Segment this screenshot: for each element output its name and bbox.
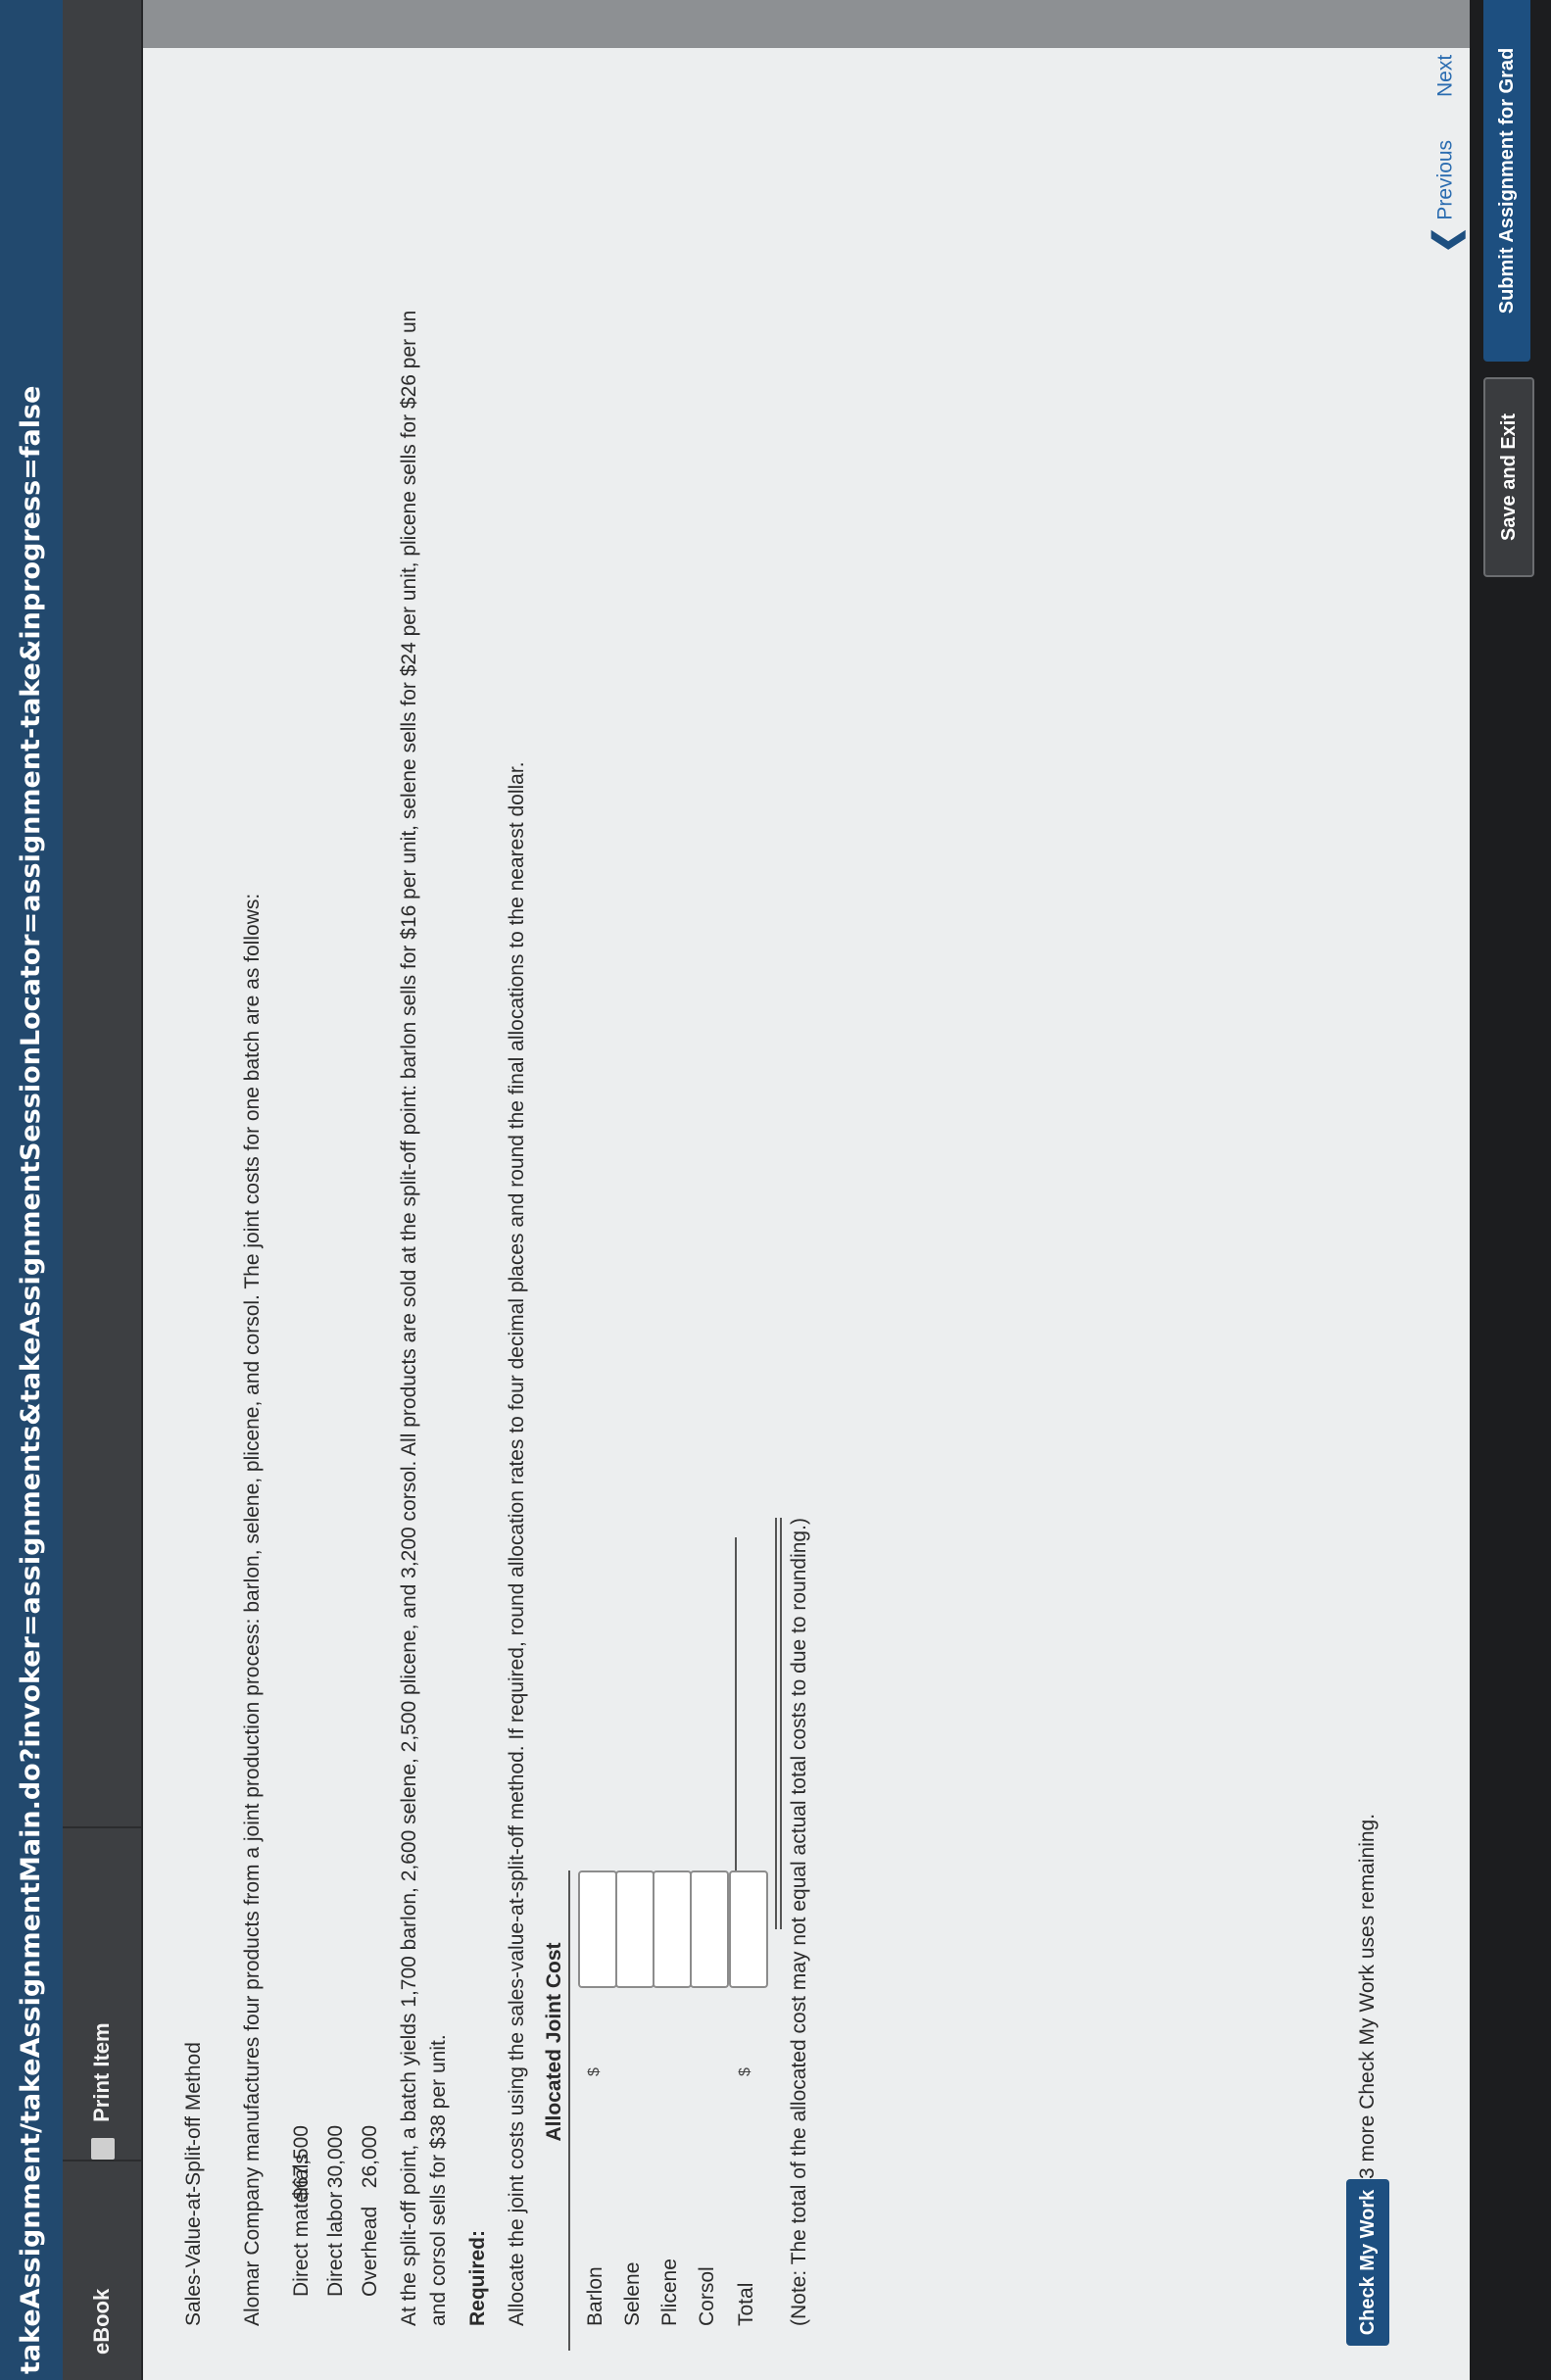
corsol-input[interactable] [690, 1870, 729, 1988]
dollar-sign-barlon: $ [586, 2067, 603, 2076]
required-heading: Required: [466, 2229, 489, 2326]
tab-bar: eBook Print Item [63, 0, 143, 2380]
double-underline-bottom [780, 1518, 782, 1929]
required-text: Allocate the joint costs using the sales… [506, 761, 528, 2326]
tab-print-label: Print Item [89, 2022, 114, 2122]
url-text: takeAssignment/takeAssignmentMain.do?inv… [16, 385, 46, 2374]
barlon-input[interactable] [578, 1870, 617, 1988]
problem-intro: Alomar Company manufactures four product… [241, 893, 264, 2326]
problem-panel: Sales-Value-at-Split-off Method Alomar C… [143, 21, 1551, 2380]
allocated-joint-cost-header: Allocated Joint Cost [543, 1942, 565, 2142]
tab-ebook-label: eBook [89, 2288, 114, 2355]
chevron-left-icon: ❮ [1428, 225, 1465, 255]
cost-value-overhead: 26,000 [359, 2125, 381, 2189]
submit-assignment-label: Submit Assignment for Grad [1496, 47, 1518, 315]
cost-value-direct-materials: $67,500 [290, 2125, 313, 2200]
row-label-barlon: Barlon [584, 2266, 606, 2326]
rounding-note: (Note: The total of the allocated cost m… [788, 1518, 810, 2326]
previous-label: Previous [1433, 139, 1457, 220]
cost-value-direct-labor: 30,000 [324, 2125, 347, 2189]
tab-ebook[interactable]: eBook [63, 2160, 141, 2380]
problem-title: Sales-Value-at-Split-off Method [182, 2042, 205, 2326]
print-icon [91, 2138, 116, 2160]
assignment-screen: takeAssignment/takeAssignmentMain.do?inv… [0, 0, 1551, 2380]
row-label-selene: Selene [621, 2261, 644, 2326]
check-my-work-button[interactable]: Check My Work [1346, 2179, 1389, 2346]
scroll-gutter[interactable] [143, 0, 1470, 48]
row-label-total: Total [735, 2282, 757, 2326]
next-label: Next [1433, 54, 1457, 97]
split-off-description: At the split-off point, a batch yields 1… [398, 310, 420, 2326]
row-label-corsol: Corsol [696, 2266, 718, 2326]
previous-link[interactable]: ❮ Previous [1427, 140, 1466, 254]
tab-print-item[interactable]: Print Item [63, 1826, 141, 2160]
save-and-exit-label: Save and Exit [1498, 413, 1520, 542]
plicene-input[interactable] [653, 1870, 692, 1988]
address-bar[interactable]: takeAssignment/takeAssignmentMain.do?inv… [0, 0, 63, 2380]
check-my-work-label: Check My Work [1357, 2189, 1379, 2336]
selene-input[interactable] [615, 1870, 654, 1988]
save-and-exit-button[interactable]: Save and Exit [1483, 377, 1534, 577]
check-uses-remaining: 3 more Check My Work uses remaining. [1356, 1813, 1379, 2179]
header-underline [568, 1870, 570, 2351]
footer-bar: Save and Exit Submit Assignment for Grad [1470, 0, 1551, 2380]
dollar-sign-total: $ [737, 2067, 753, 2076]
submit-assignment-button[interactable]: Submit Assignment for Grad [1483, 0, 1530, 362]
double-underline-top [775, 1518, 777, 1929]
total-input[interactable] [729, 1870, 768, 1988]
split-off-description-cont: and corsol sells for $38 per unit. [427, 2034, 450, 2326]
row-label-plicene: Plicene [658, 2259, 681, 2326]
